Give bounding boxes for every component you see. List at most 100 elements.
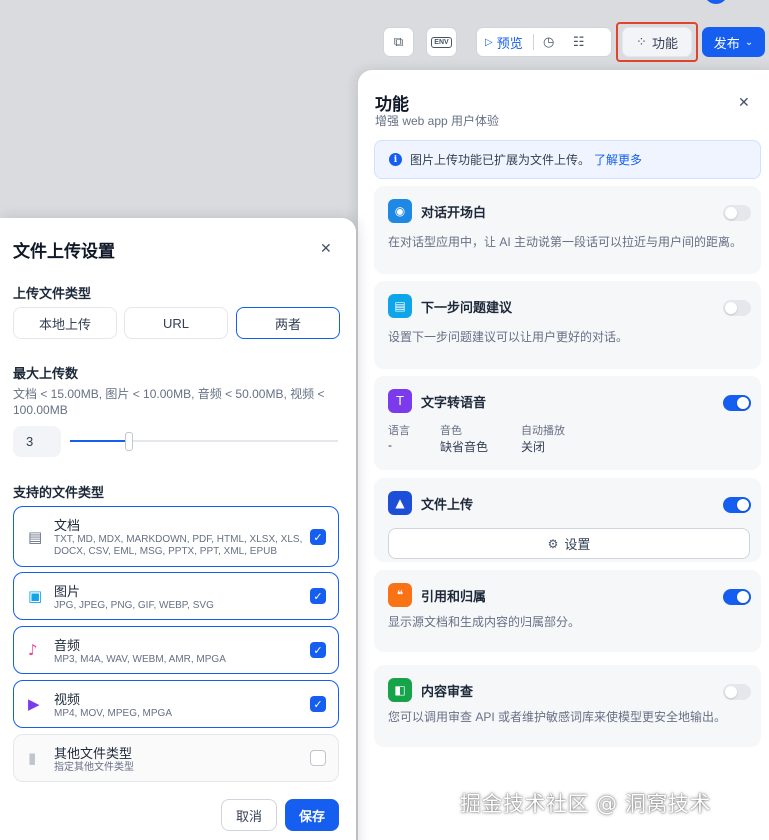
supported-types-label: 支持的文件类型 [13,485,105,500]
file-type-name: 文档 [54,518,81,533]
tts-language-label: 语言 [388,425,410,437]
feature-card-tts: T 文字转语音 语言 - 音色 缺省音色 自动播放 关闭 [374,376,761,470]
modal-title: 文件上传设置 [13,242,115,261]
feature-card-citations: ❝ 引用和归属 显示源文档和生成内容的归属部分。 [374,570,761,652]
feature-card-suggestions: ▤ 下一步问题建议 设置下一步问题建议可以让用户更好的对话。 [374,281,761,369]
document-icon: ▤ [28,528,43,546]
chevron-down-icon: ⌄ [744,36,754,48]
tts-autoplay-value: 关闭 [521,440,546,454]
info-banner: i 图片上传功能已扩展为文件上传。 了解更多 [374,140,761,179]
size-limits-text: 文档 < 15.00MB, 图片 < 10.00MB, 音频 < 50.00MB… [13,387,325,417]
feature-title: 对话开场白 [421,204,487,220]
file-type-name: 视频 [54,692,81,707]
chat-bubble-icon: ◉ [388,199,412,223]
moderation-toggle[interactable] [723,684,751,700]
text-speech-icon: T [388,389,412,413]
user-avatar[interactable] [704,0,728,4]
feature-title: 引用和归属 [421,588,487,604]
close-icon[interactable]: ✕ [320,240,332,257]
file-type-document[interactable]: ▤ 文档 TXT, MD, MDX, MARKDOWN, PDF, HTML, … [13,506,339,567]
audio-checkbox[interactable]: ✓ [310,642,326,658]
file-upload-toggle[interactable] [723,497,751,513]
file-type-exts: JPG, JPEG, PNG, GIF, WEBP, SVG [54,600,214,611]
feature-title: 文件上传 [421,496,474,512]
document-checkbox[interactable]: ✓ [310,529,326,545]
publish-button[interactable]: 发布 ⌄ [702,27,765,57]
quote-icon: ❝ [388,583,412,607]
info-icon: i [389,153,402,166]
watermark-text: 掘金技术社区 @ 洞窝技术 [460,792,711,816]
history-icon: ◷ [543,34,555,50]
debug-icon: ⧉ [393,34,404,50]
music-note-icon: ♪ [28,641,38,659]
tts-language-value: - [388,438,392,452]
file-type-exts: MP3, M4A, WAV, WEBM, AMR, MPGA [54,654,226,665]
folder-upload-icon: ▲ [388,491,412,515]
feature-desc: 在对话型应用中，让 AI 主动说第一段话可以拉近与用户间的距离。 [388,235,743,249]
checklist-button[interactable]: ☷ [564,28,594,56]
feature-card-file-upload: ▲ 文件上传 ⚙ 设置 [374,478,761,562]
file-type-exts: MP4, MOV, MPEG, MPGA [54,708,172,719]
opening-toggle[interactable] [723,205,751,221]
video-checkbox[interactable]: ✓ [310,696,326,712]
feature-card-moderation: ◧ 内容审查 您可以调用审查 API 或者维护敏感词库来使模型更安全地输出。 [374,665,761,747]
checklist-icon: ☷ [572,34,585,50]
max-uploads-label: 最大上传数 [13,366,79,381]
video-icon: ▶ [28,695,40,713]
sliders-icon: ⚙ [547,536,559,551]
grid-icon: ⁘ [636,34,647,50]
features-label: 功能 [651,35,678,51]
image-icon: ▣ [28,587,43,605]
features-subtitle: 增强 web app 用户体验 [375,114,500,128]
debug-toggle-button[interactable]: ⧉ [383,27,414,57]
file-upload-settings-button[interactable]: ⚙ 设置 [388,528,750,559]
file-type-other[interactable]: ▮ 其他文件类型 指定其他文件类型 [13,734,339,782]
tts-voice-label: 音色 [440,425,462,437]
tts-autoplay-label: 自动播放 [521,425,565,437]
play-icon: ▷ [485,36,493,48]
upload-type-local[interactable]: 本地上传 [13,307,117,339]
file-type-image[interactable]: ▣ 图片 JPG, JPEG, PNG, GIF, WEBP, SVG ✓ [13,572,339,620]
other-checkbox[interactable] [310,750,326,766]
feature-desc: 您可以调用审查 API 或者维护敏感词库来使模型更安全地输出。 [388,710,727,724]
file-type-audio[interactable]: ♪ 音频 MP3, M4A, WAV, WEBM, AMR, MPGA ✓ [13,626,339,674]
file-upload-modal: 文件上传设置 ✕ 上传文件类型 本地上传 URL 两者 最大上传数 文档 < 1… [0,218,356,840]
suggestions-toggle[interactable] [723,300,751,316]
preview-button[interactable]: ▷ 预览 [477,28,533,56]
preview-group: ▷ 预览 ◷ ☷ [476,27,612,57]
tts-voice-value: 缺省音色 [440,440,489,454]
file-type-name: 音频 [54,638,81,653]
publish-label: 发布 [713,35,740,51]
feature-desc: 设置下一步问题建议可以让用户更好的对话。 [388,330,629,344]
env-button[interactable]: ENV [426,27,457,57]
learn-more-link[interactable]: 了解更多 [594,151,642,168]
image-checkbox[interactable]: ✓ [310,588,326,604]
upload-type-label: 上传文件类型 [13,286,92,301]
history-button[interactable]: ◷ [534,28,564,56]
file-type-name: 图片 [54,584,81,599]
file-type-exts: 指定其他文件类型 [54,762,134,773]
tts-toggle[interactable] [723,395,751,411]
close-icon[interactable]: ✕ [738,94,750,111]
slider-thumb[interactable] [125,432,133,451]
file-icon: ▮ [28,749,37,767]
features-panel: 功能 增强 web app 用户体验 ✕ i 图片上传功能已扩展为文件上传。 了… [358,70,769,840]
save-button[interactable]: 保存 [285,799,339,831]
feature-desc: 显示源文档和生成内容的归属部分。 [388,615,581,629]
shield-icon: ◧ [388,678,412,702]
max-uploads-slider[interactable] [70,440,338,442]
env-icon: ENV [431,36,452,48]
citations-toggle[interactable] [723,589,751,605]
file-type-exts: TXT, MD, MDX, MARKDOWN, PDF, HTML, XLSX,… [54,534,303,557]
features-button[interactable]: ⁘ 功能 [622,27,692,57]
upload-type-url[interactable]: URL [124,307,228,339]
feature-title: 下一步问题建议 [421,299,513,315]
upload-type-both[interactable]: 两者 [236,307,340,339]
info-text: 图片上传功能已扩展为文件上传。 [410,153,591,167]
cancel-button[interactable]: 取消 [221,799,277,831]
settings-label: 设置 [564,537,591,552]
max-uploads-input[interactable]: 3 [13,426,61,457]
file-type-video[interactable]: ▶ 视频 MP4, MOV, MPEG, MPGA ✓ [13,680,339,728]
preview-label: 预览 [496,35,523,51]
file-type-name: 其他文件类型 [54,746,133,761]
